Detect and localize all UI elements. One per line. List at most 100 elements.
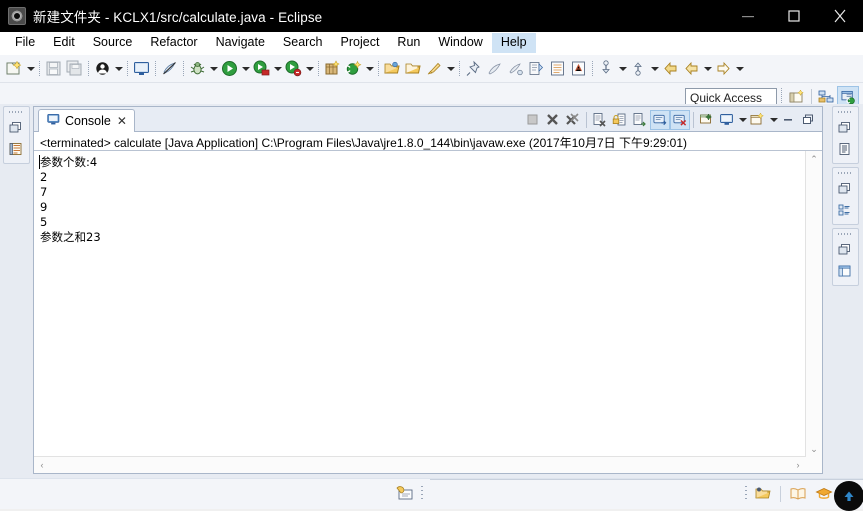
open-task-icon[interactable]	[403, 58, 424, 79]
back-dropdown-icon[interactable]	[702, 58, 713, 79]
new-java-package-icon[interactable]	[322, 58, 343, 79]
task-list-icon[interactable]	[833, 139, 858, 161]
console-output-area[interactable]: 参数个数:4 2 7 9 5 参数之和23 ⌃ ⌄ ‹ ›	[34, 151, 822, 473]
scroll-left-button[interactable]: ‹	[34, 457, 50, 473]
open-type-icon[interactable]	[382, 58, 403, 79]
console-vertical-scrollbar[interactable]: ⌃ ⌄	[805, 151, 822, 457]
close-button[interactable]	[817, 0, 863, 32]
display-selected-console-dropdown-icon[interactable]	[737, 109, 748, 130]
previous-edit-icon[interactable]	[628, 58, 649, 79]
drag-handle[interactable]	[838, 109, 853, 116]
tab-row-filler	[135, 108, 523, 131]
open-console-icon[interactable]	[748, 110, 768, 130]
run-dropdown-icon[interactable]	[240, 58, 251, 79]
menu-project[interactable]: Project	[332, 33, 389, 53]
save-icon[interactable]	[43, 58, 64, 79]
drag-handle[interactable]	[838, 170, 853, 177]
debug-icon[interactable]	[187, 58, 208, 79]
coverage-icon[interactable]	[283, 58, 304, 79]
drag-handle[interactable]	[838, 231, 853, 238]
previous-annotation-icon[interactable]	[505, 58, 526, 79]
minimize-button[interactable]	[725, 0, 771, 32]
forward-dropdown-icon[interactable]	[734, 58, 745, 79]
menu-help[interactable]: Help	[491, 33, 536, 53]
scroll-down-button[interactable]: ⌄	[806, 441, 822, 457]
show-console-on-output-icon[interactable]	[650, 109, 670, 130]
show-whitespace-icon[interactable]	[568, 58, 589, 79]
maximize-button[interactable]	[771, 0, 817, 32]
remove-all-terminated-icon[interactable]	[563, 110, 583, 130]
open-console-dropdown-icon[interactable]	[768, 109, 779, 130]
console-line: 5	[40, 215, 48, 229]
view-toolbar	[523, 108, 822, 131]
scroll-up-button[interactable]: ⌃	[806, 151, 822, 167]
word-wrap-icon[interactable]	[630, 110, 650, 130]
new-class-dropdown-icon[interactable]	[364, 58, 375, 79]
back-history-icon[interactable]	[681, 58, 702, 79]
search-icon[interactable]	[424, 58, 445, 79]
next-edit-icon[interactable]	[596, 58, 617, 79]
status-bar	[0, 478, 863, 511]
restore-icon[interactable]	[833, 239, 858, 261]
open-console-icon[interactable]	[131, 58, 152, 79]
toolbar-separator	[124, 58, 131, 79]
restore-icon[interactable]	[4, 117, 29, 139]
scroll-right-button[interactable]: ›	[790, 457, 806, 473]
scroll-lock-icon[interactable]	[610, 110, 630, 130]
console-text[interactable]: 参数个数:4 2 7 9 5 参数之和23	[34, 151, 806, 457]
status-divider	[780, 486, 781, 502]
menu-source[interactable]: Source	[84, 33, 142, 53]
outline-icon[interactable]	[833, 200, 858, 222]
next-annotation-icon[interactable]	[484, 58, 505, 79]
status-drag-handle[interactable]	[742, 482, 750, 506]
new-wizard-dropdown-icon[interactable]	[25, 58, 36, 79]
open-book-icon[interactable]	[785, 482, 811, 506]
console-horizontal-scrollbar[interactable]: ‹ ›	[34, 456, 806, 473]
menu-edit[interactable]: Edit	[44, 33, 84, 53]
forward-icon[interactable]	[713, 58, 734, 79]
coverage-dropdown-icon[interactable]	[304, 58, 315, 79]
remove-launch-icon[interactable]	[543, 110, 563, 130]
skip-breakpoints-icon[interactable]	[159, 58, 180, 79]
window-title: 新建文件夹 - KCLX1/src/calculate.java - Eclip…	[33, 10, 323, 25]
templates-view-icon[interactable]	[833, 261, 858, 283]
restore-icon[interactable]	[833, 117, 858, 139]
new-java-class-icon[interactable]	[343, 58, 364, 79]
toggle-mark-occurrences-icon[interactable]	[547, 58, 568, 79]
external-tools-icon[interactable]	[251, 58, 272, 79]
save-all-icon[interactable]	[64, 58, 85, 79]
menu-refactor[interactable]: Refactor	[141, 33, 206, 53]
menu-search[interactable]: Search	[274, 33, 332, 53]
pin-console-icon[interactable]	[697, 110, 717, 130]
pin-editor-icon[interactable]	[463, 58, 484, 79]
tab-console[interactable]: Console ✕	[38, 109, 135, 132]
menu-navigate[interactable]: Navigate	[207, 33, 274, 53]
smart-insert-icon[interactable]	[392, 482, 418, 506]
previous-edit-dropdown-icon[interactable]	[649, 58, 660, 79]
package-explorer-icon[interactable]	[4, 139, 29, 161]
menu-file[interactable]: File	[6, 33, 44, 53]
run-icon[interactable]	[219, 58, 240, 79]
maximize-view-icon[interactable]	[799, 110, 819, 130]
last-edit-location-icon[interactable]	[526, 58, 547, 79]
search-dropdown-icon[interactable]	[445, 58, 456, 79]
menu-run[interactable]: Run	[388, 33, 429, 53]
back-icon[interactable]	[660, 58, 681, 79]
status-drag-handle[interactable]	[418, 482, 426, 506]
breakpoint-dropdown-icon[interactable]	[113, 58, 124, 79]
minimize-view-icon[interactable]	[779, 110, 799, 130]
external-tools-dropdown-icon[interactable]	[272, 58, 283, 79]
display-selected-console-icon[interactable]	[717, 110, 737, 130]
next-edit-dropdown-icon[interactable]	[617, 58, 628, 79]
build-status-icon[interactable]	[750, 482, 776, 506]
clear-console-icon[interactable]	[590, 110, 610, 130]
toggle-breakpoint-icon[interactable]	[92, 58, 113, 79]
debug-dropdown-icon[interactable]	[208, 58, 219, 79]
scroll-to-top-button[interactable]	[834, 481, 863, 511]
close-icon[interactable]: ✕	[117, 115, 127, 127]
drag-handle[interactable]	[9, 109, 24, 116]
new-wizard-icon[interactable]	[4, 58, 25, 79]
restore-icon[interactable]	[833, 178, 858, 200]
show-console-on-error-icon[interactable]	[670, 109, 690, 130]
menu-window[interactable]: Window	[429, 33, 491, 53]
